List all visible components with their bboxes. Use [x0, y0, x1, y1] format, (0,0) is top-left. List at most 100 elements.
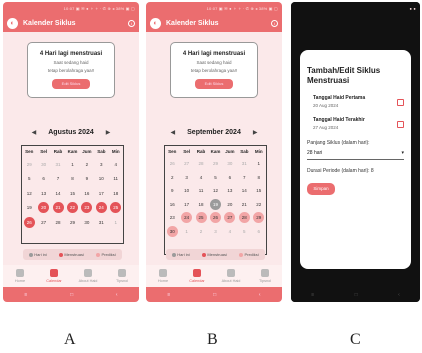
- calendar-day[interactable]: 22: [66, 202, 78, 214]
- calendar-day[interactable]: 29: [24, 159, 35, 170]
- calendar-day[interactable]: 17: [181, 199, 192, 210]
- calendar-day[interactable]: 28: [196, 158, 207, 169]
- calendar-day[interactable]: 14: [239, 185, 250, 196]
- calendar-cell[interactable]: 18: [194, 198, 208, 212]
- calendar-day[interactable]: 14: [53, 188, 64, 199]
- calendar-cell[interactable]: 3: [208, 225, 222, 239]
- calendar-cell[interactable]: 24: [179, 211, 193, 225]
- calendar-cell[interactable]: 1: [109, 215, 123, 230]
- nav-item-calendar[interactable]: Calendar: [42, 269, 66, 283]
- calendar-cell[interactable]: 5: [22, 172, 36, 187]
- calendar-cell[interactable]: 30: [80, 215, 94, 230]
- calendar-day[interactable]: 6: [224, 172, 235, 183]
- calendar-cell[interactable]: 6: [36, 172, 50, 187]
- calendar-day[interactable]: 16: [81, 188, 92, 199]
- calendar-day[interactable]: 30: [224, 158, 235, 169]
- calendar-cell[interactable]: 14: [51, 186, 65, 201]
- calendar-cell[interactable]: 29: [22, 157, 36, 172]
- calendar-cell[interactable]: 31: [51, 157, 65, 172]
- calendar-cell[interactable]: 23: [165, 211, 179, 225]
- calendar-day[interactable]: 19: [209, 198, 221, 210]
- prev-month-button[interactable]: ◀: [32, 129, 37, 136]
- back-icon[interactable]: ‹: [259, 292, 261, 298]
- calendar-day[interactable]: 2: [167, 172, 178, 183]
- nav-item-calendar[interactable]: Calendar: [185, 269, 209, 283]
- calendar-cell[interactable]: 3: [179, 171, 193, 185]
- recent-apps-icon[interactable]: ≡: [311, 292, 314, 298]
- next-month-button[interactable]: ▶: [253, 129, 258, 136]
- calendar-cell[interactable]: 30: [165, 225, 179, 239]
- back-icon[interactable]: ‹: [116, 292, 118, 298]
- calendar-cell[interactable]: 17: [94, 186, 108, 201]
- calendar-day[interactable]: 31: [239, 158, 250, 169]
- calendar-cell[interactable]: 2: [80, 157, 94, 172]
- last-date-row[interactable]: Tanggal Haid Terakhir 27 Aug 2024: [307, 117, 404, 130]
- calendar-cell[interactable]: 10: [179, 184, 193, 198]
- calendar-day[interactable]: 7: [239, 172, 250, 183]
- calendar-day[interactable]: 4: [110, 159, 121, 170]
- calendar-day[interactable]: 18: [110, 188, 121, 199]
- calendar-cell[interactable]: 14: [237, 184, 251, 198]
- nav-item-about-haid[interactable]: About Haid: [76, 269, 100, 283]
- calendar-cell[interactable]: 7: [237, 171, 251, 185]
- calendar-day[interactable]: 23: [167, 212, 178, 223]
- calendar-icon[interactable]: [397, 99, 404, 106]
- calendar-cell[interactable]: 31: [237, 157, 251, 171]
- calendar-cell[interactable]: 28: [51, 215, 65, 230]
- calendar-day[interactable]: 13: [38, 188, 49, 199]
- calendar-cell[interactable]: 18: [109, 186, 123, 201]
- nav-item-home[interactable]: Home: [151, 269, 175, 283]
- calendar-cell[interactable]: 3: [94, 157, 108, 172]
- calendar-day[interactable]: 29: [67, 217, 78, 228]
- calendar-cell[interactable]: 24: [94, 201, 108, 216]
- calendar-day[interactable]: 13: [224, 185, 235, 196]
- calendar-day[interactable]: 4: [224, 226, 235, 237]
- calendar-cell[interactable]: 23: [80, 201, 94, 216]
- calendar-day[interactable]: 1: [110, 217, 121, 228]
- calendar-day[interactable]: 21: [52, 202, 64, 214]
- calendar-day[interactable]: 27: [224, 212, 236, 224]
- calendar-cell[interactable]: 20: [36, 201, 50, 216]
- calendar-day[interactable]: 30: [81, 217, 92, 228]
- calendar-day[interactable]: 8: [253, 172, 264, 183]
- calendar-day[interactable]: 10: [96, 173, 107, 184]
- calendar-cell[interactable]: 30: [223, 157, 237, 171]
- calendar-day[interactable]: 11: [196, 185, 207, 196]
- calendar-cell[interactable]: 6: [223, 171, 237, 185]
- calendar-day[interactable]: 2: [81, 159, 92, 170]
- calendar-day[interactable]: 12: [210, 185, 221, 196]
- calendar-cell[interactable]: 27: [223, 211, 237, 225]
- calendar-day[interactable]: 9: [81, 173, 92, 184]
- calendar-day[interactable]: 6: [38, 173, 49, 184]
- calendar-cell[interactable]: 12: [208, 184, 222, 198]
- calendar-day[interactable]: 30: [38, 159, 49, 170]
- calendar-cell[interactable]: 27: [36, 215, 50, 230]
- calendar-day[interactable]: 2: [196, 226, 207, 237]
- calendar-day[interactable]: 4: [196, 172, 207, 183]
- calendar-cell[interactable]: 16: [80, 186, 94, 201]
- calendar-cell[interactable]: 20: [223, 198, 237, 212]
- calendar-day[interactable]: 9: [167, 185, 178, 196]
- calendar-day[interactable]: 25: [195, 212, 207, 224]
- calendar-cell[interactable]: 29: [252, 211, 266, 225]
- home-icon[interactable]: □: [213, 292, 216, 298]
- calendar-cell[interactable]: 11: [109, 172, 123, 187]
- calendar-cell[interactable]: 15: [252, 184, 266, 198]
- calendar-cell[interactable]: 21: [51, 201, 65, 216]
- calendar-day[interactable]: 20: [224, 199, 235, 210]
- calendar-day[interactable]: 15: [253, 185, 264, 196]
- calendar-cell[interactable]: 13: [223, 184, 237, 198]
- calendar-cell[interactable]: 25: [109, 201, 123, 216]
- calendar-day[interactable]: 28: [53, 217, 64, 228]
- calendar-day[interactable]: 5: [210, 172, 221, 183]
- calendar-cell[interactable]: 28: [237, 211, 251, 225]
- calendar-cell[interactable]: 27: [179, 157, 193, 171]
- calendar-cell[interactable]: 26: [165, 157, 179, 171]
- calendar-day[interactable]: 26: [167, 158, 178, 169]
- calendar-cell[interactable]: 30: [36, 157, 50, 172]
- calendar-day[interactable]: 16: [167, 199, 178, 210]
- calendar-day[interactable]: 5: [239, 226, 250, 237]
- calendar-cell[interactable]: 15: [65, 186, 79, 201]
- calendar-cell[interactable]: 2: [194, 225, 208, 239]
- calendar-day[interactable]: 18: [196, 199, 207, 210]
